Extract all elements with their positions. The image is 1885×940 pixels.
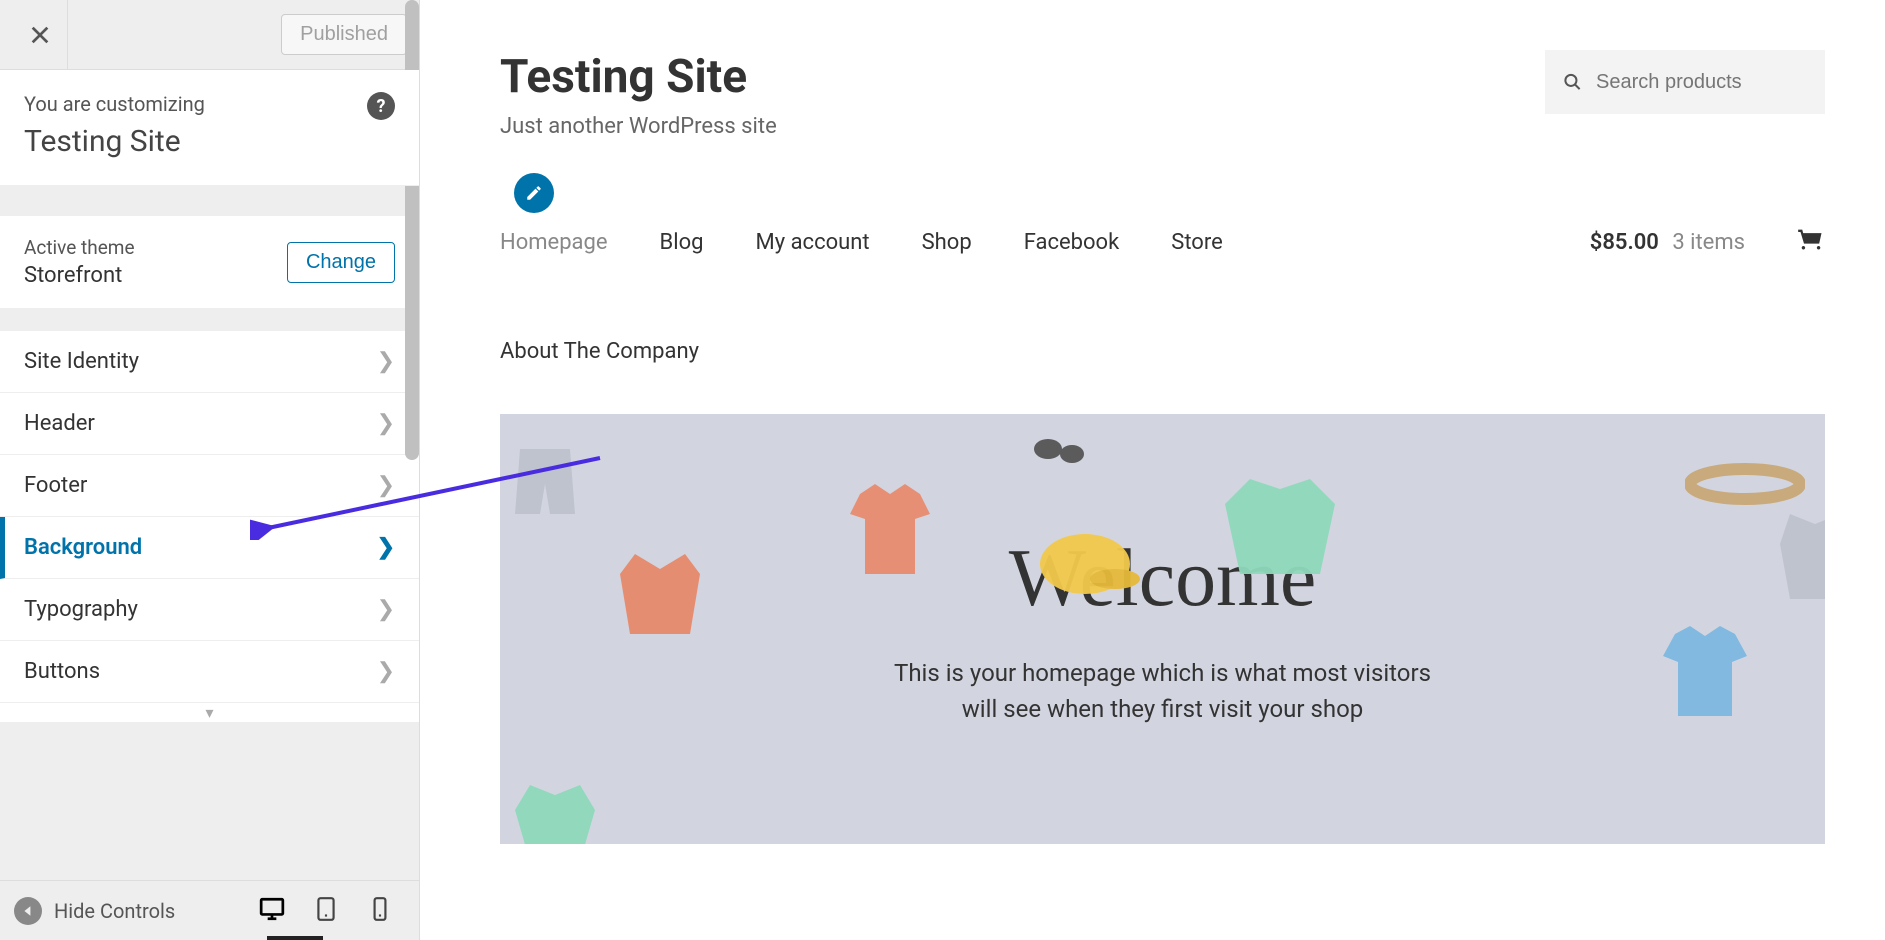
- sweater-icon: [1220, 474, 1340, 588]
- panel-list: Site Identity ❯ Header ❯ Footer ❯ Backgr…: [0, 331, 419, 703]
- customizer-sidebar: Published You are customizing Testing Si…: [0, 0, 420, 940]
- panel-label: Buttons: [24, 659, 100, 684]
- sunglasses-icon: [1030, 424, 1090, 478]
- sidebar-bottom-bar: Hide Controls: [0, 880, 419, 940]
- site-tagline: Just another WordPress site: [500, 114, 777, 139]
- nav-shop[interactable]: Shop: [922, 230, 972, 255]
- publish-button[interactable]: Published: [281, 14, 407, 55]
- panel-footer[interactable]: Footer ❯: [0, 455, 419, 517]
- nav-blog[interactable]: Blog: [660, 230, 704, 255]
- close-button[interactable]: [12, 0, 68, 70]
- jacket-icon: [610, 544, 710, 648]
- collapse-icon: [14, 897, 42, 925]
- nav-about[interactable]: About The Company: [440, 299, 1885, 414]
- hoodie-icon: [1775, 504, 1825, 608]
- chevron-right-icon: ❯: [377, 473, 395, 498]
- customizing-site-name: Testing Site: [24, 124, 395, 159]
- mobile-icon: [367, 896, 393, 922]
- chevron-right-icon: ❯: [377, 535, 395, 560]
- panel-label: Header: [24, 411, 95, 436]
- tablet-preview-button[interactable]: [313, 896, 339, 926]
- hide-controls-button[interactable]: Hide Controls: [14, 897, 243, 925]
- tablet-icon: [313, 896, 339, 922]
- cart-icon-button[interactable]: [1797, 225, 1825, 259]
- help-icon[interactable]: ?: [367, 92, 395, 120]
- panel-header[interactable]: Header ❯: [0, 393, 419, 455]
- edit-shortcut-button[interactable]: [514, 173, 554, 213]
- primary-nav: Homepage Blog My account Shop Facebook S…: [440, 213, 1885, 299]
- active-theme-label: Active theme: [24, 236, 135, 259]
- panel-site-identity[interactable]: Site Identity ❯: [0, 331, 419, 393]
- close-icon: [29, 24, 51, 46]
- panel-typography[interactable]: Typography ❯: [0, 579, 419, 641]
- chevron-right-icon: ❯: [377, 349, 395, 374]
- hide-controls-label: Hide Controls: [54, 899, 175, 923]
- nav-homepage[interactable]: Homepage: [500, 230, 608, 255]
- cart-link[interactable]: $85.00 3 items: [1590, 230, 1745, 255]
- panel-label: Typography: [24, 597, 138, 622]
- panel-buttons[interactable]: Buttons ❯: [0, 641, 419, 703]
- site-header: Testing Site Just another WordPress site: [440, 0, 1885, 139]
- search-input[interactable]: [1596, 71, 1807, 94]
- search-box[interactable]: [1545, 50, 1825, 114]
- scrollbar[interactable]: [405, 0, 419, 460]
- nav-store[interactable]: Store: [1171, 230, 1223, 255]
- panel-label: Site Identity: [24, 349, 139, 374]
- sidebar-top-bar: Published: [0, 0, 419, 70]
- cart-total: $85.00: [1590, 230, 1659, 255]
- cap-icon: [1030, 524, 1140, 608]
- desktop-preview-button[interactable]: [259, 896, 285, 926]
- chevron-right-icon: ❯: [377, 597, 395, 622]
- panel-more-indicator: ▾: [0, 703, 419, 723]
- active-theme-block: Active theme Storefront Change: [0, 216, 419, 309]
- tshirt-icon: [840, 484, 940, 588]
- site-title[interactable]: Testing Site: [500, 50, 777, 104]
- desktop-icon: [259, 896, 285, 922]
- customizing-label: You are customizing: [24, 92, 395, 116]
- basket-icon: [1797, 225, 1825, 253]
- chevron-right-icon: ❯: [377, 659, 395, 684]
- cart-item-count: 3 items: [1672, 230, 1745, 255]
- customizing-header: You are customizing Testing Site ?: [0, 70, 419, 186]
- active-theme-name: Storefront: [24, 263, 135, 288]
- chevron-right-icon: ❯: [377, 411, 395, 436]
- hero-section: Welcome This is your homepage which is w…: [500, 414, 1825, 844]
- device-preview-toggles: [259, 896, 393, 926]
- shorts-icon: [510, 444, 580, 528]
- panel-background[interactable]: Background ❯: [0, 517, 419, 579]
- nav-facebook[interactable]: Facebook: [1024, 230, 1120, 255]
- panel-label: Background: [24, 535, 142, 560]
- change-theme-button[interactable]: Change: [287, 242, 395, 283]
- nav-my-account[interactable]: My account: [756, 230, 870, 255]
- panel-label: Footer: [24, 473, 87, 498]
- mobile-preview-button[interactable]: [367, 896, 393, 926]
- search-icon: [1563, 71, 1582, 93]
- shirt-icon: [510, 780, 600, 844]
- polo-icon: [1655, 624, 1755, 728]
- hero-text: This is your homepage which is what most…: [894, 655, 1431, 727]
- site-preview: Testing Site Just another WordPress site…: [440, 0, 1885, 940]
- pencil-icon: [525, 184, 543, 202]
